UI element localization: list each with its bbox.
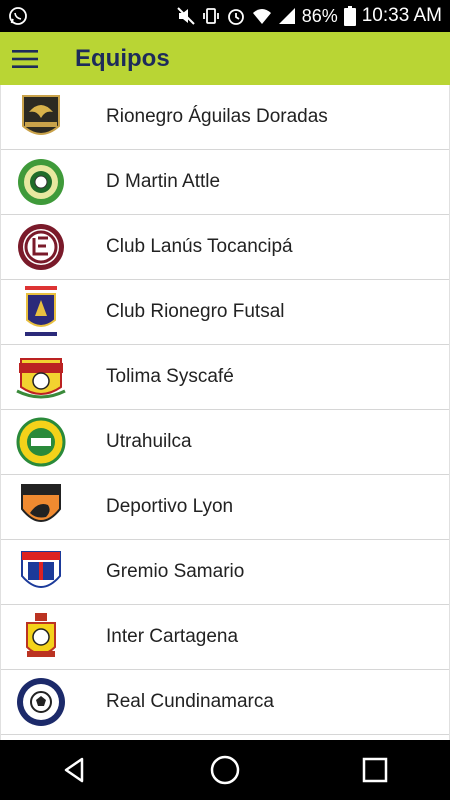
team-row-gremio-samario[interactable]: Gremio Samario (1, 540, 449, 605)
real-cundinamarca-logo (12, 676, 70, 728)
hamburger-icon (12, 49, 38, 68)
inter-cartagena-logo (12, 611, 70, 663)
recents-icon (362, 757, 388, 783)
rionegro-futsal-logo (12, 286, 70, 338)
team-name: Inter Cartagena (106, 626, 239, 647)
d-martin-attle-logo (12, 156, 70, 208)
lanus-logo (12, 221, 70, 273)
team-row-real-cundinamarca[interactable]: Real Cundinamarca (1, 670, 449, 735)
back-button[interactable] (45, 740, 105, 800)
gremio-samario-logo (12, 546, 70, 598)
team-name: Tolima Syscafé (106, 366, 234, 387)
team-list: Rionegro Águilas Doradas D Martin Attle … (0, 85, 450, 740)
signal-icon (278, 7, 296, 25)
team-row-aguilas-doradas[interactable]: Rionegro Águilas Doradas (1, 85, 449, 150)
deportivo-lyon-logo (12, 481, 70, 533)
team-row-deportivo-lyon[interactable]: Deportivo Lyon (1, 475, 449, 540)
team-name: Utrahuilca (106, 431, 192, 452)
home-icon (210, 755, 240, 785)
team-row-tolima[interactable]: Tolima Syscafé (1, 345, 449, 410)
team-row-d-martin-attle[interactable]: D Martin Attle (1, 150, 449, 215)
whatsapp-icon (8, 6, 28, 26)
alarm-icon (226, 6, 246, 26)
team-name: Real Cundinamarca (106, 691, 274, 712)
battery-icon (343, 6, 356, 26)
clock: 10:33 AM (361, 5, 442, 26)
team-name: Rionegro Águilas Doradas (106, 106, 328, 127)
back-icon (64, 757, 84, 783)
status-bar: 86% 10:33 AM (0, 0, 450, 32)
team-row-utrahuilca[interactable]: Utrahuilca (1, 410, 449, 475)
mute-icon (176, 6, 196, 26)
team-name: Club Rionegro Futsal (106, 301, 285, 322)
team-name: D Martin Attle (106, 171, 221, 192)
home-button[interactable] (195, 740, 255, 800)
team-name: Club Lanús Tocancipá (106, 236, 293, 257)
aguilas-doradas-logo (12, 91, 70, 143)
team-name: Gremio Samario (106, 561, 245, 582)
app-bar: Equipos (0, 32, 450, 85)
utrahuilca-logo (12, 416, 70, 468)
navigation-bar (0, 740, 450, 800)
team-name: Deportivo Lyon (106, 496, 234, 517)
vibrate-icon (202, 6, 220, 26)
tolima-logo (12, 351, 70, 403)
menu-button[interactable] (0, 32, 50, 85)
battery-percent: 86% (301, 5, 338, 26)
page-title: Equipos (75, 44, 170, 72)
recents-button[interactable] (345, 740, 405, 800)
team-row-inter-cartagena[interactable]: Inter Cartagena (1, 605, 449, 670)
wifi-icon (252, 7, 272, 25)
team-row-rionegro-futsal[interactable]: Club Rionegro Futsal (1, 280, 449, 345)
team-row-lanus[interactable]: Club Lanús Tocancipá (1, 215, 449, 280)
